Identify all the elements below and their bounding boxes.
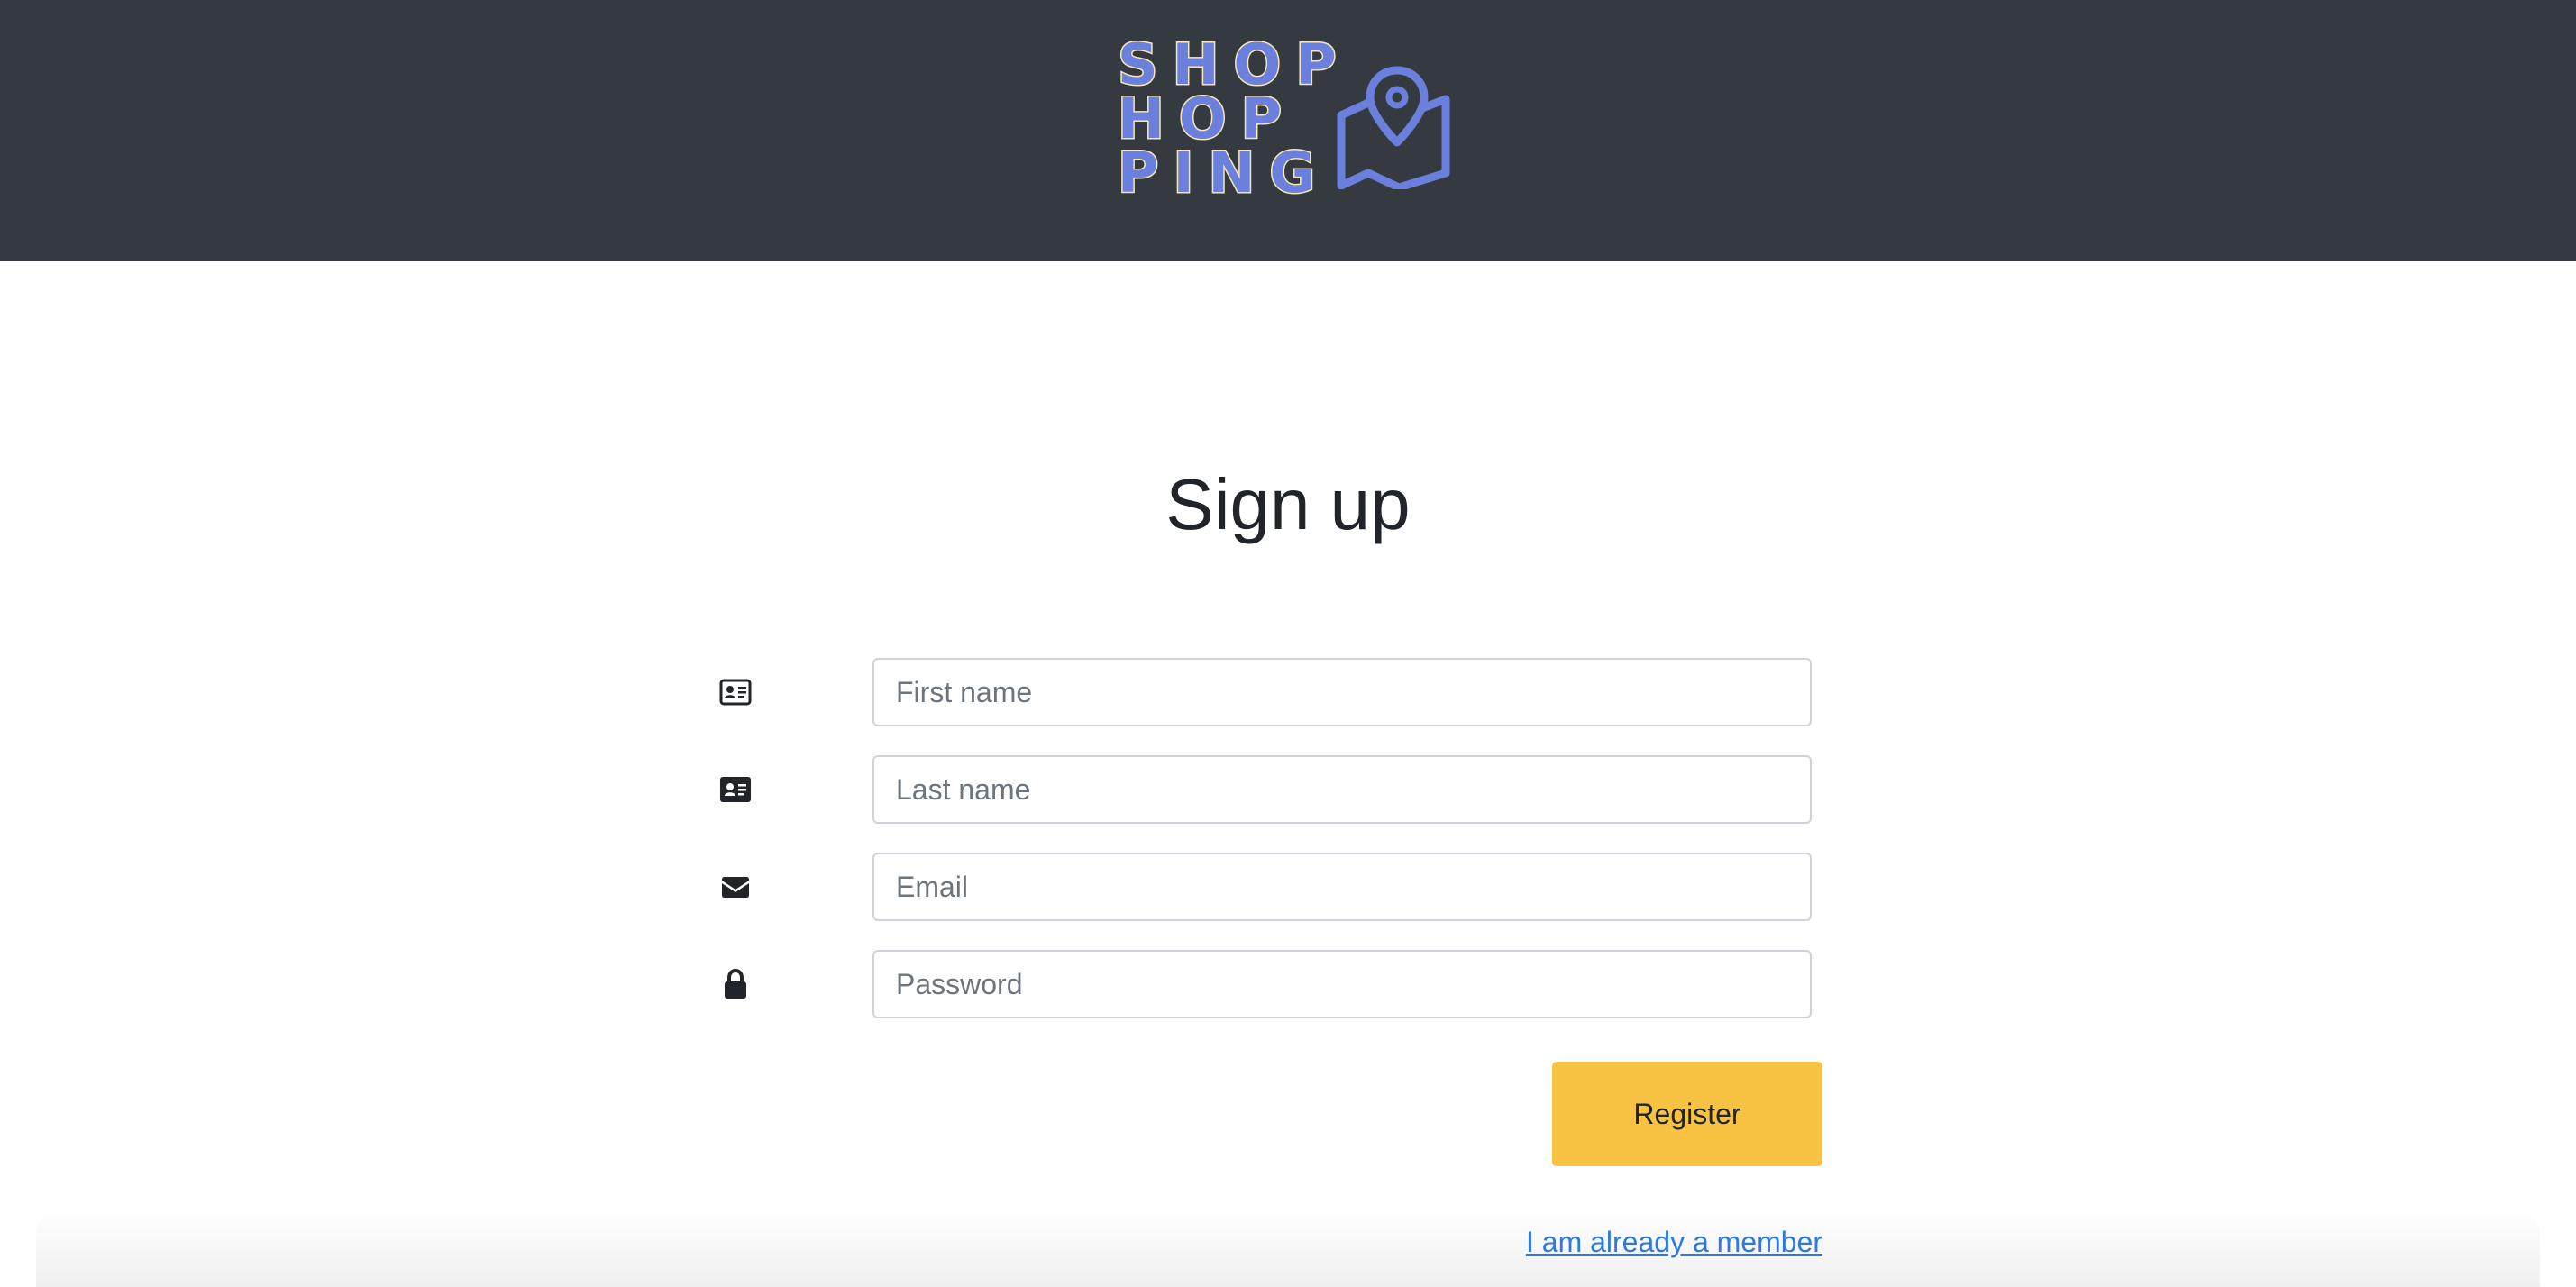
footer-shadow: [36, 1208, 2540, 1287]
email-field[interactable]: [872, 853, 1812, 921]
password-field[interactable]: [872, 950, 1812, 1018]
id-card-solid-icon: [717, 771, 754, 808]
logo-line-1: SHOP: [1117, 32, 1351, 97]
map-pin-icon: [1337, 66, 1450, 189]
logo-line-3: PING: [1117, 140, 1330, 205]
lock-icon: [717, 966, 754, 1002]
envelope-icon: [717, 869, 754, 905]
register-button[interactable]: Register: [1552, 1062, 1822, 1166]
logo-wordmark: SHOP HOP PING: [1117, 32, 1351, 205]
first-name-field[interactable]: [872, 658, 1812, 726]
logo-line-2: HOP: [1117, 86, 1297, 151]
already-member-link[interactable]: I am already a member: [1525, 1224, 1822, 1260]
id-card-outline-icon: [717, 674, 754, 710]
site-header: SHOP HOP PING: [0, 0, 2576, 261]
last-name-field[interactable]: [872, 755, 1812, 824]
shophopping-logo[interactable]: SHOP HOP PING: [1117, 32, 1460, 218]
page-title: Sign up: [1165, 464, 1411, 544]
